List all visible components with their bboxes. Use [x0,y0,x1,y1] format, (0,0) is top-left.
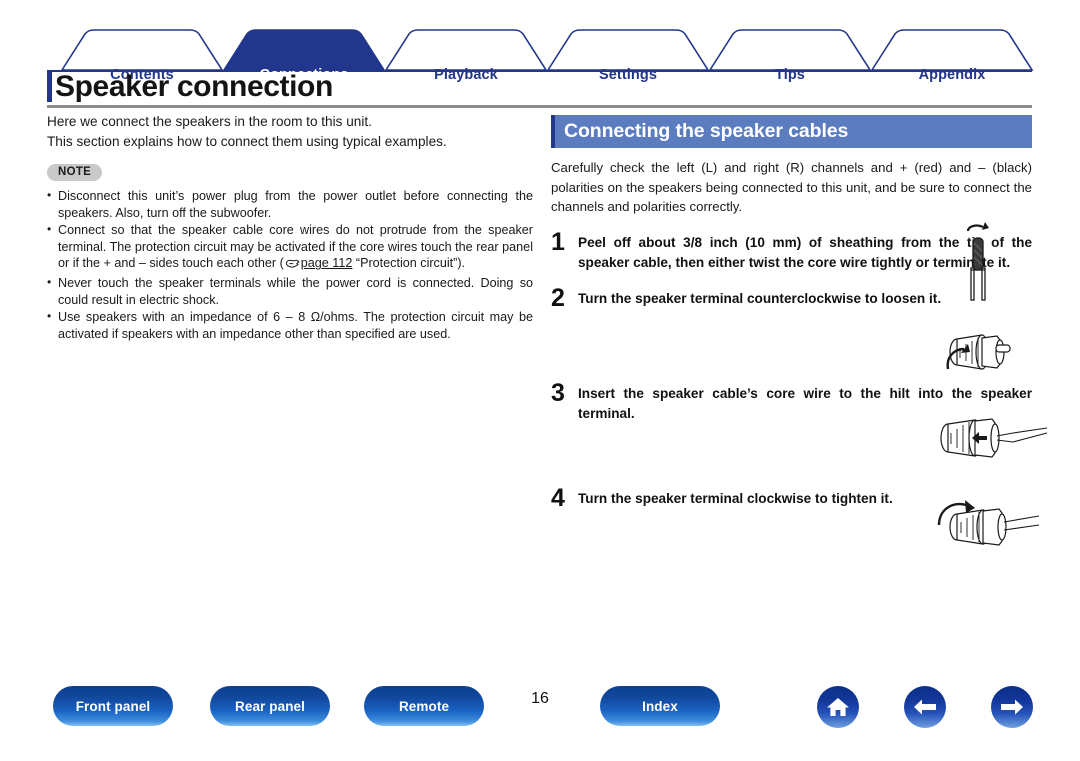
left-column: Here we connect the speakers in the room… [47,112,533,343]
terminal-tighten-figure [937,500,1040,546]
page-title: Speaker connection [55,70,333,103]
page-number: 16 [531,690,549,707]
terminal-insert-figure [940,418,1048,458]
tab-shape-playback[interactable] [384,29,548,71]
note-text: Disconnect this unit’s power plug from t… [58,189,533,220]
note-text-post: “Protection circuit”). [352,256,466,271]
section-intro-text: Carefully check the left (L) and right (… [551,160,1032,215]
intro-line-2: This section explains how to connect the… [47,134,447,149]
rear-panel-button[interactable]: Rear panel [210,686,330,726]
title-divider [47,105,1032,108]
intro-line-1: Here we connect the speakers in the room… [47,114,372,129]
step-number: 3 [551,379,565,408]
step-number: 4 [551,483,565,512]
tab-bar: Contents Connections Playback Settings T… [0,26,1080,83]
section-heading: Connecting the speaker cables [551,115,1032,148]
arrow-left-icon[interactable] [904,686,946,728]
note-item: Connect so that the speaker cable core w… [47,221,533,274]
note-list: Disconnect this unit’s power plug from t… [47,187,533,342]
front-panel-button[interactable]: Front panel [53,686,173,726]
note-badge: NOTE [47,164,103,181]
pointing-hand-icon [285,257,300,274]
remote-button[interactable]: Remote [364,686,484,726]
tab-shape-settings[interactable] [546,29,710,71]
arrow-right-icon[interactable] [991,686,1033,728]
terminal-loosen-figure [946,334,1011,370]
tab-shape-appendix[interactable] [870,29,1034,71]
arrow-right-glyph [1001,699,1023,715]
title-accent-bar [47,72,52,102]
note-item: Use speakers with an impedance of 6 – 8 … [47,308,533,342]
index-button[interactable]: Index [600,686,720,726]
tab-shape-tips[interactable] [708,29,872,71]
page-title-block: Speaker connection [47,70,1032,108]
step-number: 1 [551,227,565,256]
page-reference-link[interactable]: page 112 [301,256,353,270]
note-item: Disconnect this unit’s power plug from t… [47,187,533,221]
step-number: 2 [551,284,565,313]
note-text: Never touch the speaker terminals while … [58,275,533,307]
speaker-cable-twist-figure [966,222,989,301]
note-text: Use speakers with an impedance of 6 – 8 … [58,310,533,341]
note-item: Never touch the speaker terminals while … [47,274,533,308]
arrow-left-glyph [914,699,936,715]
tab-shape-connections-active[interactable] [222,29,386,71]
home-glyph [827,698,849,716]
tab-bar-shapes [47,29,1034,72]
home-icon[interactable] [817,686,859,728]
tab-shape-contents[interactable] [60,29,224,71]
